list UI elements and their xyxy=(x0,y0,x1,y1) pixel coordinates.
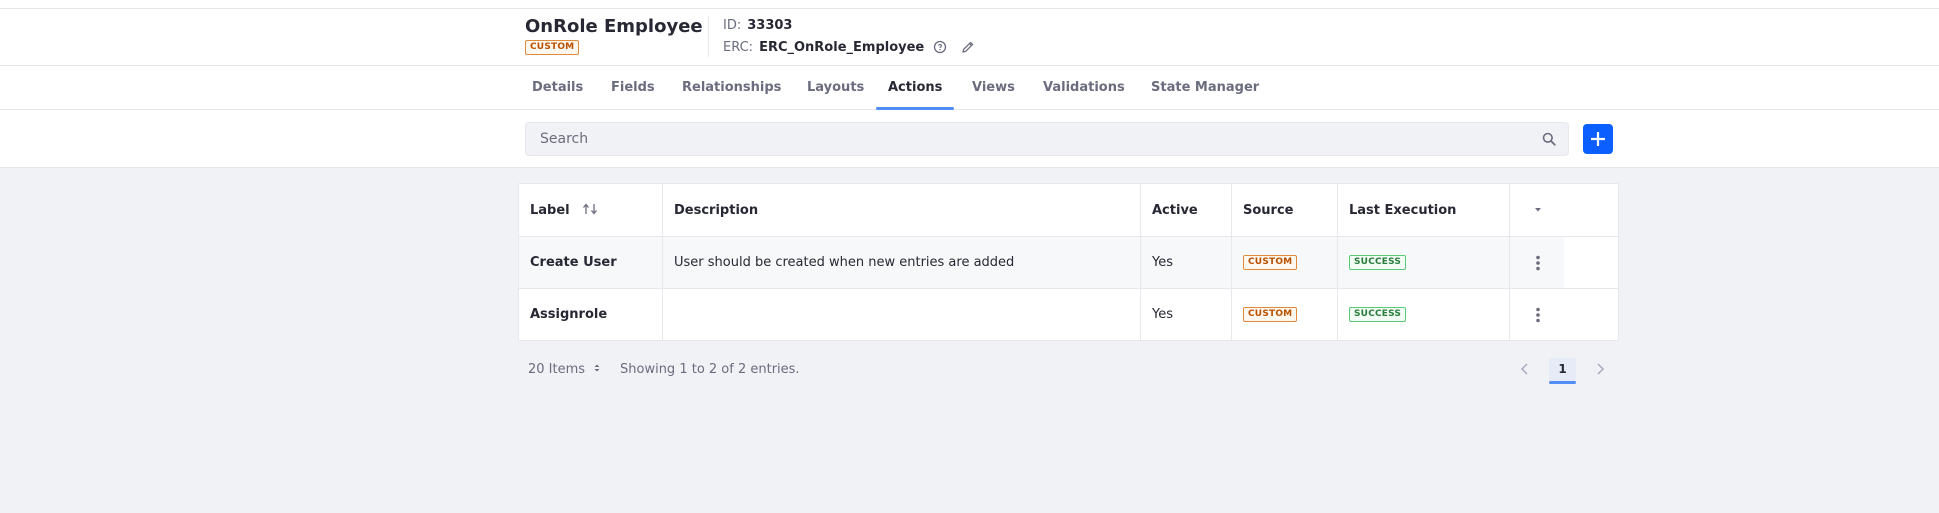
tab-actions[interactable]: Actions xyxy=(876,66,955,110)
tab-views[interactable]: Views xyxy=(960,66,1027,110)
tab-state-manager[interactable]: State Manager xyxy=(1139,66,1271,110)
status-badge: SUCCESS xyxy=(1349,255,1407,270)
column-header-label[interactable]: Label xyxy=(519,184,662,236)
custom-badge: CUSTOM xyxy=(525,40,580,55)
pagination-results: Showing 1 to 2 of 2 entries. xyxy=(620,362,800,377)
actions-table: Label Description Active Source Last Exe… xyxy=(518,183,1619,341)
id-label: ID: xyxy=(723,18,742,33)
row-source: CUSTOM xyxy=(1232,237,1337,288)
column-header-active[interactable]: Active xyxy=(1141,184,1231,236)
search-box xyxy=(525,122,1569,156)
search-icon[interactable] xyxy=(1542,132,1556,146)
tab-details[interactable]: Details xyxy=(520,66,595,110)
tab-relationships[interactable]: Relationships xyxy=(670,66,793,110)
page-title: OnRole Employee xyxy=(525,16,703,37)
row-active: Yes xyxy=(1152,255,1173,270)
row-label-create-user: Create User xyxy=(530,255,617,270)
management-toolbar xyxy=(0,110,1939,168)
tab-validations[interactable]: Validations xyxy=(1031,66,1137,110)
column-header-source[interactable]: Source xyxy=(1232,184,1337,236)
tab-fields[interactable]: Fields xyxy=(599,66,667,110)
page-header: OnRole Employee CUSTOM ID: 33303 ERC: ERC_… xyxy=(0,9,1939,66)
object-id: ID: 33303 xyxy=(723,18,792,33)
row-last-execution: SUCCESS xyxy=(1338,237,1509,288)
columns-menu-button[interactable] xyxy=(1510,184,1565,236)
column-header-last-execution[interactable]: Last Execution xyxy=(1338,184,1509,236)
sort-arrows-icon[interactable] xyxy=(582,202,600,218)
header-divider xyxy=(708,16,709,57)
row-label-assignrole: Assignrole xyxy=(530,307,608,322)
row-last-execution: SUCCESS xyxy=(1338,289,1509,340)
erc-value: ERC_OnRole_Employee xyxy=(759,40,925,55)
row-description xyxy=(663,289,1140,340)
items-per-page-label: 20 Items xyxy=(528,362,586,377)
object-erc: ERC: ERC_OnRole_Employee xyxy=(723,40,924,55)
caret-double-icon xyxy=(594,364,600,372)
column-header-description[interactable]: Description xyxy=(663,184,1140,236)
tab-bar: Details Fields Relationships Layouts Act… xyxy=(0,66,1939,110)
column-header-label-text: Label xyxy=(530,202,570,218)
status-badge: SUCCESS xyxy=(1349,307,1407,322)
row-description: User should be created when new entries … xyxy=(674,255,1015,270)
kebab-vertical-icon[interactable] xyxy=(1528,305,1548,325)
source-badge: CUSTOM xyxy=(1243,307,1298,322)
items-per-page-select[interactable]: 20 Items xyxy=(528,362,601,377)
add-button[interactable] xyxy=(1583,124,1613,154)
row-source: CUSTOM xyxy=(1232,289,1337,340)
search-input[interactable] xyxy=(526,123,1526,155)
erc-label: ERC: xyxy=(723,40,754,55)
caret-down-icon xyxy=(1534,208,1541,212)
pencil-icon[interactable] xyxy=(960,39,976,55)
plus-icon xyxy=(1591,132,1605,146)
id-value: 33303 xyxy=(747,18,793,33)
top-strip xyxy=(0,0,1939,9)
help-circle-icon[interactable] xyxy=(932,39,948,55)
source-badge: CUSTOM xyxy=(1243,255,1298,270)
kebab-vertical-icon[interactable] xyxy=(1528,253,1548,273)
row-active: Yes xyxy=(1152,307,1173,322)
tab-layouts[interactable]: Layouts xyxy=(795,66,876,110)
chevron-left-icon[interactable] xyxy=(1517,361,1533,377)
chevron-right-icon[interactable] xyxy=(1592,361,1608,377)
pagination-page-1[interactable]: 1 xyxy=(1549,358,1576,384)
